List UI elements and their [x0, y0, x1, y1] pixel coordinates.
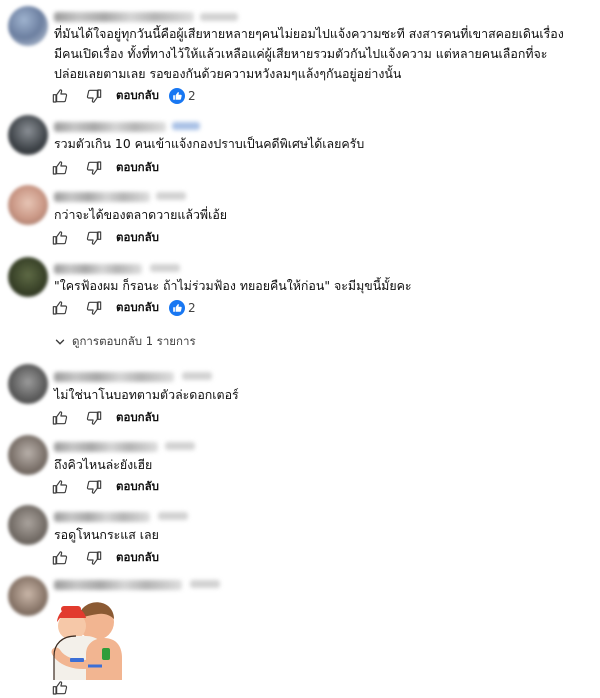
avatar[interactable] — [8, 505, 48, 545]
author-name[interactable] — [54, 512, 150, 522]
comment-actions: ตอบกลับ — [52, 408, 169, 428]
comment-actions: ตอบกลับ — [52, 158, 169, 178]
author-name[interactable] — [54, 442, 158, 452]
thumbs-down-icon[interactable] — [86, 410, 102, 426]
thumbs-up-icon[interactable] — [52, 88, 68, 104]
reply-button[interactable]: ตอบกลับ — [116, 229, 159, 247]
comment-timestamp — [158, 512, 188, 520]
chevron-down-icon — [54, 336, 66, 348]
avatar[interactable] — [8, 185, 48, 225]
thumbs-up-icon[interactable] — [52, 300, 68, 316]
comment-text: รอดูโหนกระแส เลย — [54, 527, 159, 542]
thumbs-down-icon[interactable] — [86, 550, 102, 566]
comment-actions — [52, 678, 86, 698]
comment-text: ถึงคิวไหนล่ะยังเฮีย — [54, 457, 153, 472]
comment-timestamp — [156, 192, 186, 200]
reply-button[interactable]: ตอบกลับ — [116, 299, 159, 317]
author-name[interactable] — [54, 264, 142, 274]
comment-timestamp — [165, 442, 195, 450]
author-name[interactable] — [54, 580, 182, 590]
reply-button[interactable]: ตอบกลับ — [116, 159, 159, 177]
comment-actions: ตอบกลับ 2 — [52, 298, 196, 318]
view-replies-button[interactable]: ดูการตอบกลับ 1 รายการ — [54, 333, 196, 351]
thumbs-up-icon[interactable] — [52, 160, 68, 176]
comment-text: "ใครฟ้องผม ก็รอนะ ถ้าไม่ร่วมฟ้อง ทยอยคืน… — [54, 278, 412, 293]
avatar[interactable] — [8, 6, 48, 46]
comment-text: กว่าจะได้ของตลาดวายแล้วพี่เอ้ย — [54, 207, 228, 222]
view-replies-label: ดูการตอบกลับ 1 รายการ — [72, 334, 196, 348]
comment-actions: ตอบกลับ 2 — [52, 86, 196, 106]
comment-timestamp — [172, 122, 200, 130]
hug-sticker — [51, 602, 122, 680]
comment-actions: ตอบกลับ — [52, 477, 169, 497]
avatar[interactable] — [8, 576, 48, 616]
comment-text: ไม่ใช่นาโนบอทตามตัวล่ะดอกเตอร์ — [54, 387, 239, 402]
reaction-count-value: 2 — [188, 301, 196, 315]
thumbs-down-icon[interactable] — [86, 160, 102, 176]
like-reaction-icon — [169, 300, 185, 316]
avatar[interactable] — [8, 115, 48, 155]
reply-button[interactable]: ตอบกลับ — [116, 478, 159, 496]
comment-timestamp — [182, 372, 212, 380]
comment-actions: ตอบกลับ — [52, 548, 169, 568]
thumbs-down-icon[interactable] — [86, 479, 102, 495]
thumbs-up-icon[interactable] — [52, 550, 68, 566]
comment-actions: ตอบกลับ — [52, 228, 169, 248]
reply-button[interactable]: ตอบกลับ — [116, 87, 159, 105]
thumbs-down-icon[interactable] — [86, 88, 102, 104]
thumbs-up-icon[interactable] — [52, 410, 68, 426]
comment-timestamp — [150, 264, 180, 272]
comment-timestamp — [190, 580, 220, 588]
avatar[interactable] — [8, 435, 48, 475]
author-name[interactable] — [54, 12, 194, 22]
thumbs-up-icon[interactable] — [52, 479, 68, 495]
author-name[interactable] — [54, 372, 174, 382]
thumbs-down-icon[interactable] — [86, 230, 102, 246]
thumbs-up-icon[interactable] — [52, 680, 68, 696]
reaction-count[interactable]: 2 — [169, 88, 196, 104]
author-name[interactable] — [54, 192, 150, 202]
reply-button[interactable]: ตอบกลับ — [116, 549, 159, 567]
comment-text: รวมตัวเกิน 10 คนเข้าแจ้งกองปราบเป็นคดีพิ… — [54, 136, 365, 151]
reply-button[interactable]: ตอบกลับ — [116, 409, 159, 427]
avatar[interactable] — [8, 364, 48, 404]
reaction-count-value: 2 — [188, 89, 196, 103]
thumbs-down-icon[interactable] — [86, 300, 102, 316]
comment-timestamp — [200, 13, 238, 21]
comment-text: ที่มันได้ใจอยู่ทุกวันนี้คือผู้เสียหายหลา… — [54, 26, 564, 81]
reaction-count[interactable]: 2 — [169, 300, 196, 316]
like-reaction-icon — [169, 88, 185, 104]
avatar[interactable] — [8, 257, 48, 297]
thumbs-up-icon[interactable] — [52, 230, 68, 246]
author-name[interactable] — [54, 122, 166, 132]
